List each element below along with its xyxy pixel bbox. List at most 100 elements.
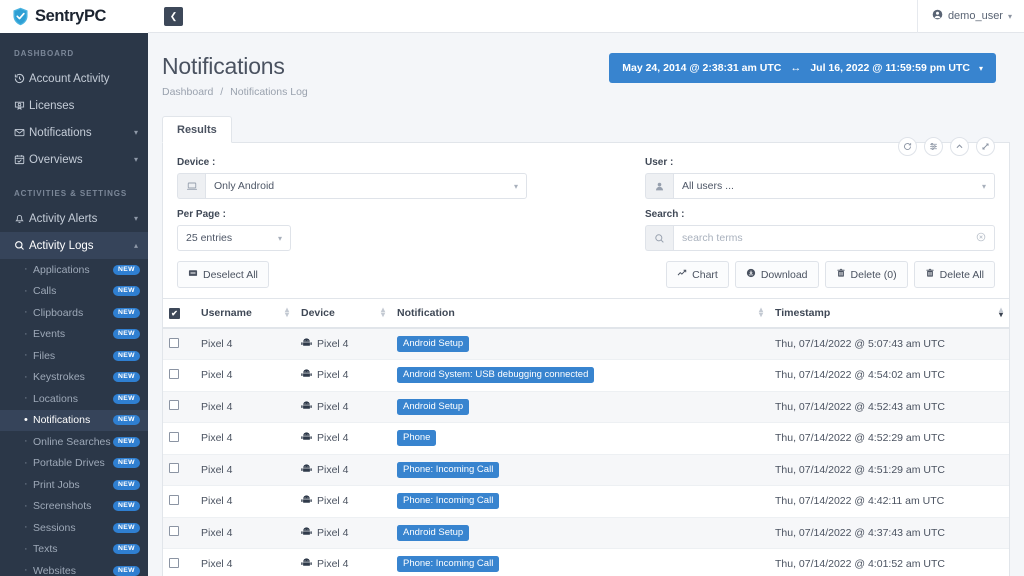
breadcrumb: Dashboard / Notifications Log — [162, 86, 308, 98]
device-name: Pixel 4 — [317, 463, 349, 476]
sidebar-subitem-keystrokes[interactable]: · Keystrokes NEW — [0, 367, 148, 389]
sidebar-item-notifications[interactable]: Notifications ▾ — [0, 119, 148, 146]
sidebar-subitem-calls[interactable]: · Calls NEW — [0, 281, 148, 303]
sidebar-subitem-texts[interactable]: · Texts NEW — [0, 539, 148, 561]
expand-fullscreen-icon[interactable] — [976, 137, 995, 156]
android-robot-icon — [301, 464, 312, 476]
table-row[interactable]: Pixel 4 — [163, 422, 1009, 455]
delete-all-button[interactable]: Delete All — [913, 261, 995, 288]
sidebar-subitem-websites[interactable]: · Websites NEW — [0, 560, 148, 576]
row-checkbox[interactable] — [169, 526, 179, 537]
table-row[interactable]: Pixel 4 — [163, 517, 1009, 549]
sidebar-subitem-sessions[interactable]: · Sessions NEW — [0, 517, 148, 539]
new-badge: NEW — [112, 286, 140, 297]
sidebar-sublabel: Calls — [33, 285, 57, 298]
table-header-row: ✔ Username ▴ ▾ Device ▴ ▾ Notification ▴… — [163, 298, 1009, 329]
user-menu[interactable]: demo_user ▾ — [916, 0, 1012, 33]
search-input[interactable]: search terms — [673, 225, 995, 251]
circle-x-icon[interactable] — [976, 232, 986, 245]
cell-notification: Android System: USB debugging connected — [391, 359, 769, 392]
row-checkbox[interactable] — [169, 400, 179, 411]
sidebar-item-activity-logs[interactable]: Activity Logs ▴ — [0, 232, 148, 259]
table-row[interactable]: Pixel 4 — [163, 454, 1009, 486]
sort-icon[interactable]: ▴ ▾ — [285, 306, 289, 319]
sort-icon[interactable]: ▴ ▾ — [759, 306, 763, 319]
collapse-chevron-up-icon[interactable] — [950, 137, 969, 156]
column-header-username[interactable]: Username ▴ ▾ — [195, 298, 295, 329]
search-icon — [14, 240, 29, 251]
row-checkbox-cell — [163, 485, 195, 518]
row-checkbox[interactable] — [169, 337, 179, 348]
bell-icon — [14, 213, 29, 224]
sort-icon[interactable]: ▴ ▾ — [381, 306, 385, 319]
sidebar-label: Licenses — [29, 99, 75, 112]
sidebar-collapse-button[interactable]: ❮ — [164, 6, 183, 26]
select-all-checkbox[interactable]: ✔ — [169, 308, 180, 319]
row-checkbox[interactable] — [169, 431, 179, 442]
refresh-icon[interactable] — [898, 137, 917, 156]
cell-username: Pixel 4 — [195, 517, 295, 549]
brand-logo[interactable]: SentryPC — [0, 0, 148, 33]
filter-panel: Device : Only Android ▾ Per Page: 25 en… — [163, 143, 1009, 298]
table-row[interactable]: Pixel 4 — [163, 359, 1009, 392]
per-page-value: 25 entries — [186, 232, 233, 244]
sidebar-subitem-locations[interactable]: · Locations NEW — [0, 388, 148, 410]
sidebar-subitem-print-jobs[interactable]: · Print Jobs NEW — [0, 474, 148, 496]
table-row[interactable]: Pixel 4 — [163, 328, 1009, 360]
sidebar-subitem-files[interactable]: · Files NEW — [0, 345, 148, 367]
deselect-all-button[interactable]: Deselect All — [177, 261, 269, 288]
cell-notification: Phone: Incoming Call — [391, 485, 769, 518]
search-group[interactable]: search terms — [645, 225, 995, 251]
sidebar-subitem-events[interactable]: · Events NEW — [0, 324, 148, 346]
sidebar-subitem-clipboards[interactable]: · Clipboards NEW — [0, 302, 148, 324]
user-select[interactable]: All users ... ▾ — [673, 173, 995, 199]
device-select[interactable]: Only Android ▾ — [205, 173, 527, 199]
sidebar-item-licenses[interactable]: Licenses — [0, 92, 148, 119]
column-header-timestamp[interactable]: Timestamp ▴ ▾ — [769, 298, 1009, 329]
shield-check-icon — [12, 7, 29, 26]
sidebar-item-overviews[interactable]: Overviews ▾ — [0, 146, 148, 173]
breadcrumb-root[interactable]: Dashboard — [162, 86, 213, 98]
table-row[interactable]: Pixel 4 — [163, 391, 1009, 423]
sidebar-subitem-notifications[interactable]: • Notifications NEW — [0, 409, 148, 431]
sort-icon-desc-active[interactable]: ▴ ▾ — [999, 306, 1003, 319]
row-checkbox-cell — [163, 391, 195, 423]
table-row[interactable]: Pixel 4 — [163, 485, 1009, 518]
device-select-group[interactable]: Only Android ▾ — [177, 173, 527, 199]
sidebar-subitem-online-searches[interactable]: · Online Searches NEW — [0, 431, 148, 453]
sidebar-subitem-screenshots[interactable]: · Screenshots NEW — [0, 496, 148, 518]
android-robot-icon — [301, 338, 312, 350]
bullet-icon: · — [24, 435, 28, 448]
new-badge: NEW — [112, 329, 140, 340]
per-page-label: Per Page : — [177, 209, 226, 220]
bullet-icon: · — [24, 349, 28, 362]
new-badge: NEW — [112, 479, 140, 490]
row-checkbox[interactable] — [169, 463, 179, 474]
device-name: Pixel 4 — [317, 369, 349, 382]
bullet-icon: · — [24, 392, 28, 405]
table-row[interactable]: Pixel 4 — [163, 548, 1009, 576]
filter-sliders-icon[interactable] — [924, 137, 943, 156]
tab-results[interactable]: Results — [162, 116, 232, 143]
delete-selected-button[interactable]: Delete (0) — [824, 261, 908, 288]
download-button[interactable]: Download — [734, 261, 819, 288]
per-page-select[interactable]: 25 entries ▾ — [177, 225, 291, 251]
sidebar-subitem-applications[interactable]: · Applications NEW — [0, 259, 148, 281]
chart-button[interactable]: Chart — [666, 261, 729, 288]
sidebar-item-activity-alerts[interactable]: Activity Alerts ▾ — [0, 205, 148, 232]
cell-device: Pixel 4 — [295, 548, 391, 576]
column-header-notification[interactable]: Notification ▴ ▾ — [391, 298, 769, 329]
user-select-group[interactable]: All users ... ▾ — [645, 173, 995, 199]
cell-device: Pixel 4 — [295, 328, 391, 360]
date-range-picker[interactable]: May 24, 2014 @ 2:38:31 am UTC ↔ Jul 16, … — [609, 53, 996, 83]
laptop-icon — [177, 173, 205, 199]
row-checkbox[interactable] — [169, 494, 179, 505]
row-checkbox[interactable] — [169, 368, 179, 379]
sidebar-item-account-activity[interactable]: Account Activity — [0, 65, 148, 92]
row-checkbox[interactable] — [169, 557, 179, 568]
column-header-device[interactable]: Device ▴ ▾ — [295, 298, 391, 329]
android-robot-icon — [301, 432, 312, 444]
sidebar-sublabel: Applications — [33, 263, 90, 276]
sidebar-subitem-portable-drives[interactable]: · Portable Drives NEW — [0, 453, 148, 475]
page-content: Notifications Dashboard / Notifications … — [148, 33, 1024, 576]
